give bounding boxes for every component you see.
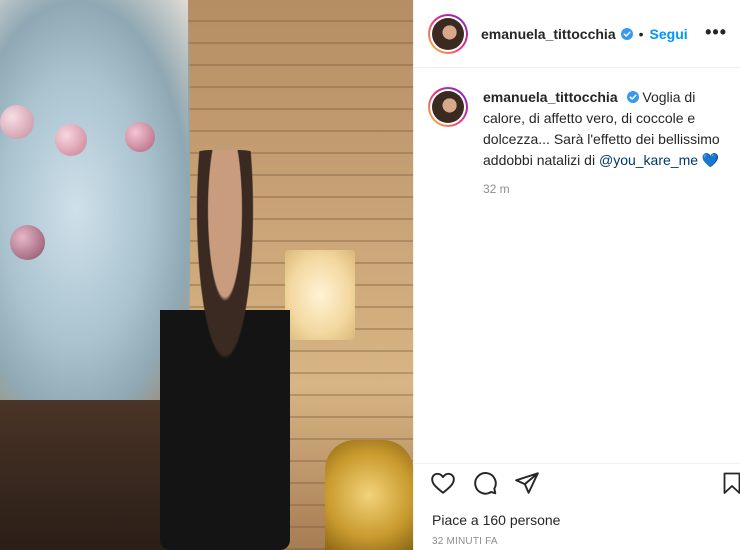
post-timestamp: 32 MINUTI FA: [432, 536, 498, 547]
avatar[interactable]: [428, 13, 468, 54]
gold-statue: [325, 440, 413, 550]
ornament: [125, 122, 155, 152]
woman-figure: [160, 150, 290, 550]
verified-badge-icon: [620, 27, 633, 40]
heart-icon[interactable]: [430, 470, 456, 496]
caption-username[interactable]: emanuela_tittocchia: [483, 89, 618, 105]
caption-row: emanuela_tittocchia Voglia di calore, di…: [414, 68, 740, 171]
action-bar: [414, 463, 740, 500]
blue-heart-emoji: 💙: [701, 152, 720, 168]
separator-dot: •: [638, 25, 644, 42]
more-options-icon[interactable]: •••: [705, 22, 727, 43]
post-header: emanuela_tittocchia • Segui •••: [414, 0, 740, 68]
caption-timestamp: 32 m: [483, 182, 510, 196]
post-side-panel: emanuela_tittocchia • Segui ••• emanuela…: [413, 0, 740, 550]
caption-avatar[interactable]: [428, 87, 468, 127]
username[interactable]: emanuela_tittocchia: [481, 26, 616, 42]
ornament: [10, 225, 45, 260]
comment-icon[interactable]: [472, 470, 498, 496]
mention-link[interactable]: @you_kare_me: [599, 152, 698, 168]
caption-text: emanuela_tittocchia Voglia di calore, di…: [483, 87, 727, 171]
follow-button[interactable]: Segui: [650, 26, 688, 42]
send-icon[interactable]: [514, 470, 540, 496]
like-count[interactable]: Piace a 160 persone: [432, 512, 560, 528]
ornament: [0, 105, 34, 139]
post-photo[interactable]: [0, 0, 413, 550]
lamp: [285, 250, 355, 340]
verified-badge-icon: [626, 91, 639, 103]
ornament: [55, 124, 87, 156]
bookmark-icon[interactable]: [720, 470, 740, 496]
